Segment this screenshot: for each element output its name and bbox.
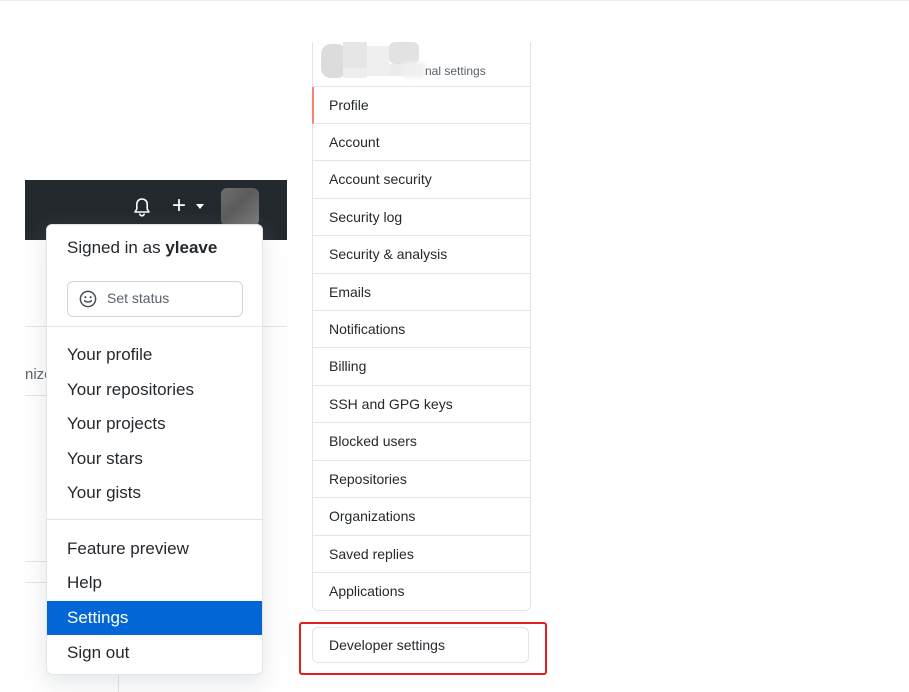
set-status-label: Set status	[107, 290, 170, 306]
settings-item-security-log[interactable]: Security log	[313, 198, 530, 235]
username: yleave	[165, 238, 218, 257]
signed-in-label: Signed in as	[67, 238, 161, 257]
menu-settings[interactable]: Settings	[47, 601, 262, 635]
settings-header-label: nal settings	[425, 64, 486, 78]
user-dropdown-menu: Signed in as yleave Set status Your prof…	[46, 224, 263, 675]
smiley-icon	[79, 290, 97, 308]
bell-icon[interactable]	[131, 196, 153, 218]
settings-item-account-security[interactable]: Account security	[313, 160, 530, 197]
plus-icon[interactable]: +	[172, 194, 186, 218]
settings-nav-header: nal settings	[313, 42, 530, 86]
top-divider	[0, 0, 909, 1]
menu-your-projects[interactable]: Your projects	[47, 407, 262, 441]
menu-feature-preview[interactable]: Feature preview	[47, 532, 262, 566]
bg-divider	[25, 395, 46, 396]
menu-your-gists[interactable]: Your gists	[47, 476, 262, 510]
bg-divider	[25, 582, 46, 583]
highlight-box	[299, 622, 547, 675]
set-status-button[interactable]: Set status	[67, 281, 243, 317]
settings-item-billing[interactable]: Billing	[313, 347, 530, 384]
menu-your-repositories[interactable]: Your repositories	[47, 373, 262, 407]
bg-divider	[25, 561, 46, 562]
settings-item-organizations[interactable]: Organizations	[313, 497, 530, 534]
blur-mask	[403, 62, 425, 78]
avatar[interactable]	[221, 188, 259, 226]
settings-item-account[interactable]: Account	[313, 123, 530, 160]
settings-item-emails[interactable]: Emails	[313, 273, 530, 310]
settings-item-repositories[interactable]: Repositories	[313, 460, 530, 497]
settings-item-saved-replies[interactable]: Saved replies	[313, 535, 530, 572]
menu-your-stars[interactable]: Your stars	[47, 442, 262, 476]
settings-item-notifications[interactable]: Notifications	[313, 310, 530, 347]
dropdown-divider	[47, 519, 262, 520]
settings-item-profile[interactable]: Profile	[312, 86, 530, 124]
settings-item-applications[interactable]: Applications	[313, 572, 530, 609]
settings-navigation: nal settings Profile Account Account sec…	[312, 42, 531, 611]
menu-help[interactable]: Help	[47, 566, 262, 600]
menu-your-profile[interactable]: Your profile	[47, 338, 262, 372]
settings-item-ssh-gpg-keys[interactable]: SSH and GPG keys	[313, 385, 530, 422]
caret-down-icon[interactable]	[196, 204, 204, 209]
dropdown-divider	[47, 326, 262, 327]
signed-in-header: Signed in as yleave	[67, 238, 217, 258]
menu-sign-out[interactable]: Sign out	[47, 636, 262, 670]
settings-item-security-analysis[interactable]: Security & analysis	[313, 235, 530, 272]
settings-item-blocked-users[interactable]: Blocked users	[313, 422, 530, 459]
